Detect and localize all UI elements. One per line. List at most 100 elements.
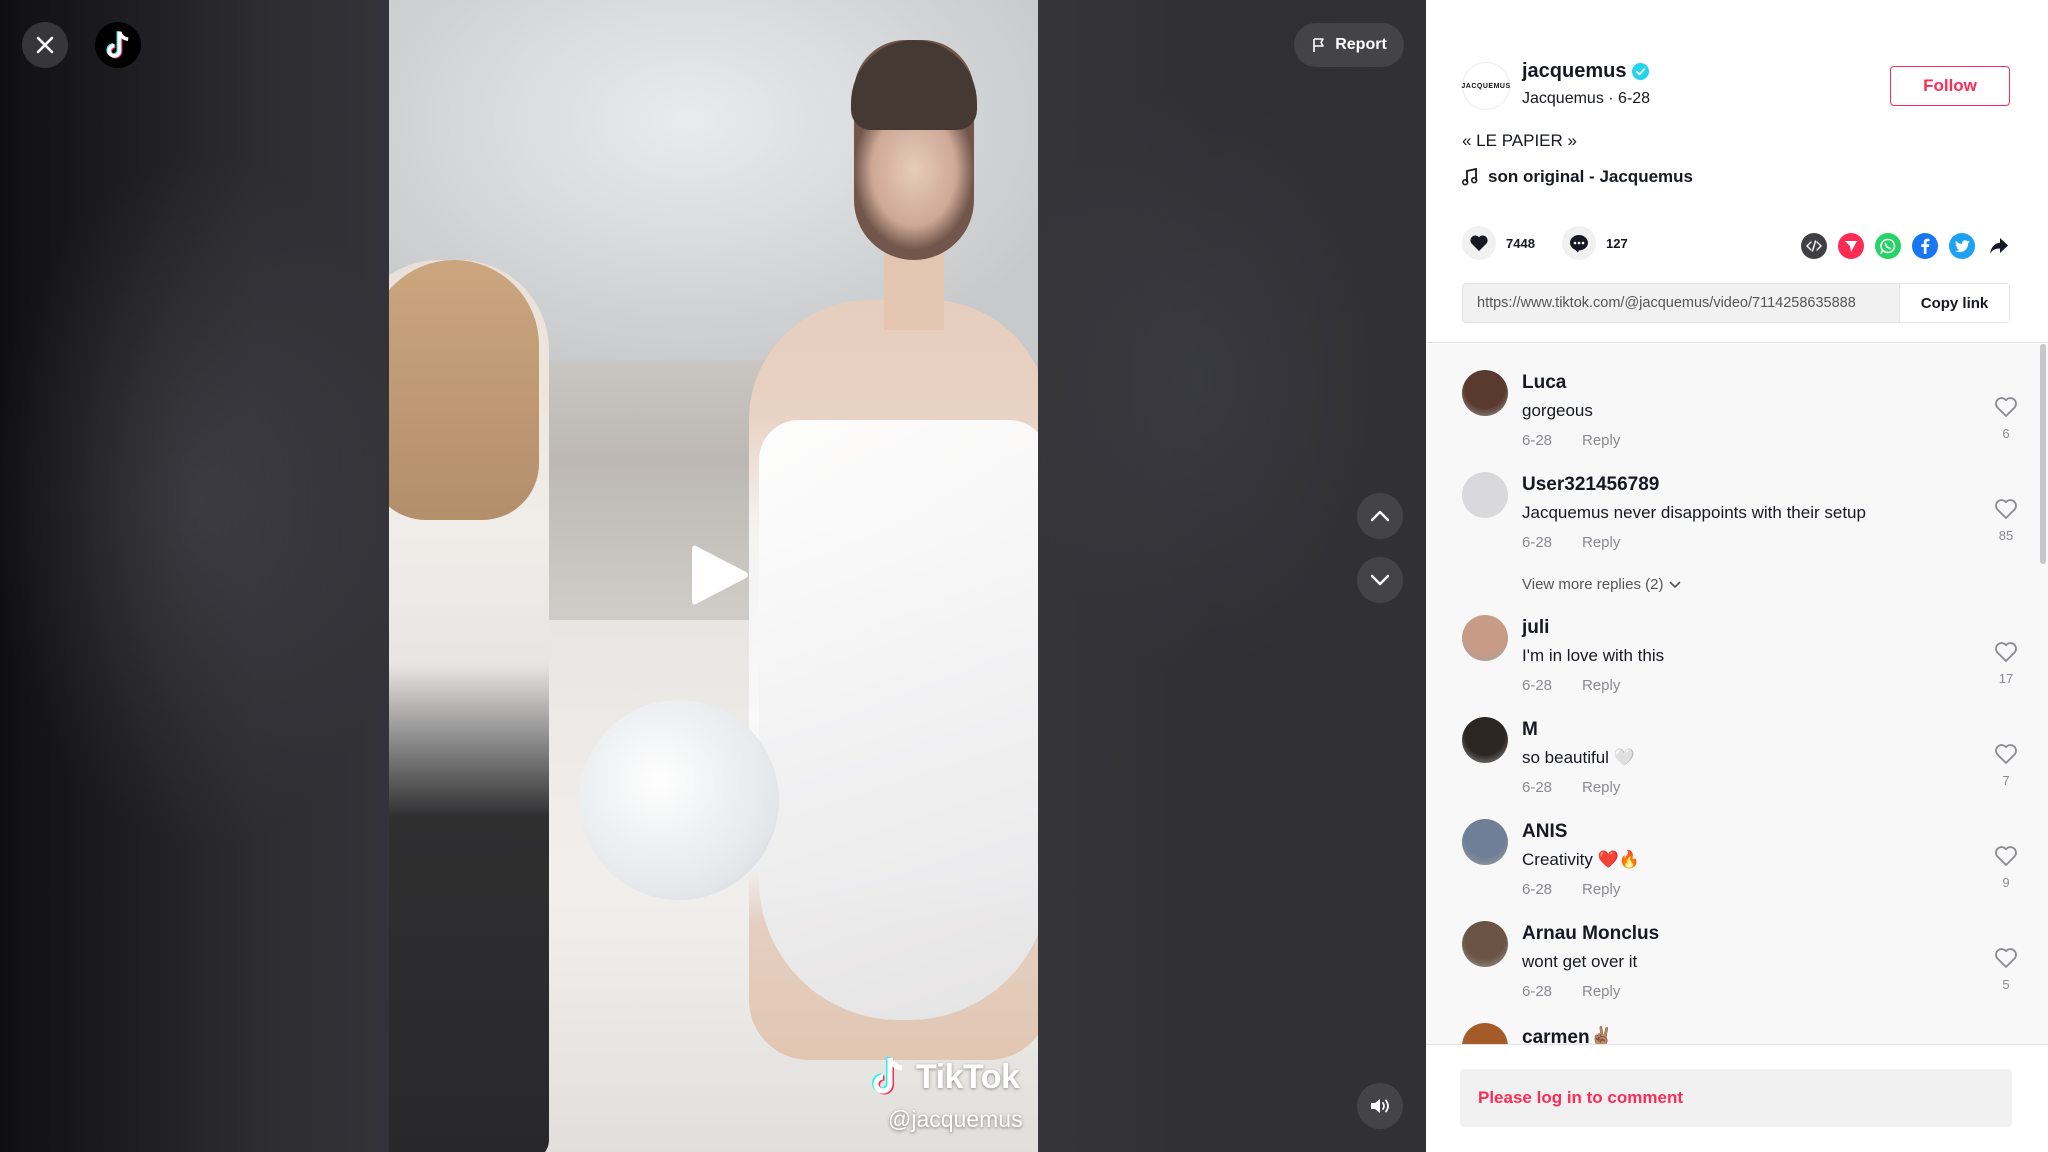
commenter-username[interactable]: ANIS bbox=[1522, 821, 1567, 843]
verified-badge-icon bbox=[1632, 63, 1650, 80]
watermark-username: @jacquemus bbox=[888, 1106, 1023, 1132]
copy-link-button[interactable]: Copy link bbox=[1899, 284, 2009, 322]
commenter-avatar[interactable] bbox=[1462, 1023, 1508, 1044]
heart-outline-icon bbox=[1995, 499, 2017, 519]
heart-outline-icon bbox=[1995, 846, 2017, 866]
comment-count: 127 bbox=[1606, 235, 1628, 251]
comment-text: wont get over it bbox=[1522, 952, 1638, 971]
chevron-down-icon bbox=[1670, 581, 1681, 588]
music-title[interactable]: son original - Jacquemus bbox=[1488, 167, 1693, 187]
comment-like-count: 7 bbox=[2002, 773, 2010, 788]
comment-list[interactable]: Luca gorgeous 6-28 Reply 6 User321456789 Jacqu… bbox=[1426, 344, 2048, 1044]
volume-button[interactable] bbox=[1357, 1083, 1403, 1129]
comment-scrollbar[interactable] bbox=[2040, 344, 2046, 564]
comment-stat[interactable]: 127 bbox=[1562, 226, 1628, 260]
chevron-down-icon bbox=[1370, 574, 1390, 586]
facebook-icon bbox=[1921, 238, 1930, 254]
video-info-header: JACQUEMUS jacquemus Jacquemus · 6-28 Fol… bbox=[1426, 0, 2048, 343]
author-username[interactable]: jacquemus bbox=[1522, 60, 1626, 83]
comment-item: Luca gorgeous 6-28 Reply 6 bbox=[1462, 344, 2017, 449]
facebook-share-button[interactable] bbox=[1912, 233, 1938, 259]
comment-text: so beautiful 🤍 bbox=[1522, 748, 1635, 767]
comment-text: Jacquemus never disappoints with their s… bbox=[1522, 503, 1866, 522]
commenter-avatar[interactable] bbox=[1462, 819, 1508, 865]
comment-like-count: 6 bbox=[2002, 426, 2010, 441]
chevron-up-icon bbox=[1370, 510, 1390, 522]
commenter-username[interactable]: juli bbox=[1522, 617, 1549, 639]
view-more-replies[interactable]: View more replies (2) bbox=[1522, 576, 1681, 593]
tiktok-logo-icon bbox=[106, 31, 129, 59]
speaker-icon bbox=[1371, 1099, 1389, 1113]
whatsapp-share-button[interactable] bbox=[1875, 233, 1901, 259]
view-more-replies-label[interactable]: View more replies (2) bbox=[1522, 576, 1663, 593]
report-label: Report bbox=[1335, 36, 1387, 53]
comment-like-count: 17 bbox=[1998, 671, 2014, 686]
play-icon[interactable] bbox=[690, 542, 750, 608]
comment-bubble-icon bbox=[1570, 234, 1588, 252]
comment-like-button[interactable] bbox=[1994, 743, 2018, 767]
comment-item: carmen✌🏽 bbox=[1462, 997, 2002, 1044]
author-subtitle: Jacquemus · 6-28 bbox=[1522, 90, 1651, 107]
comment-like-button[interactable] bbox=[1994, 498, 2018, 522]
video-stage: TikTok @jacquemus Report bbox=[0, 0, 1426, 1152]
more-share-button[interactable] bbox=[1986, 233, 2012, 259]
reply-button[interactable]: Reply bbox=[1582, 534, 1620, 551]
video-caption: « LE PAPIER » bbox=[1462, 131, 1577, 150]
follow-button[interactable]: Follow bbox=[1890, 66, 2010, 106]
comment-like-button[interactable] bbox=[1994, 845, 2018, 869]
commenter-username[interactable]: carmen✌🏽 bbox=[1522, 1025, 1613, 1044]
heart-icon bbox=[1470, 235, 1488, 251]
comment-text: Creativity ❤️🔥 bbox=[1522, 850, 1640, 869]
twitter-share-button[interactable] bbox=[1949, 233, 1975, 259]
like-button[interactable] bbox=[1462, 226, 1496, 260]
comment-text: I'm in love with this bbox=[1522, 646, 1665, 665]
comment-like-button[interactable] bbox=[1994, 396, 2018, 420]
like-count: 7448 bbox=[1506, 235, 1535, 251]
flag-icon bbox=[1313, 38, 1325, 52]
commenter-avatar[interactable] bbox=[1462, 615, 1508, 661]
comment-like-button[interactable] bbox=[1994, 641, 2018, 665]
details-panel: JACQUEMUS jacquemus Jacquemus · 6-28 Fol… bbox=[1426, 0, 2048, 1152]
comment-like-count: 85 bbox=[1998, 528, 2014, 543]
comment-like-count: 9 bbox=[2002, 875, 2010, 890]
commenter-avatar[interactable] bbox=[1462, 717, 1508, 763]
embed-icon bbox=[1806, 240, 1822, 252]
commenter-avatar[interactable] bbox=[1462, 370, 1508, 416]
login-to-comment-button[interactable]: Please log in to comment bbox=[1460, 1069, 2012, 1127]
close-button[interactable] bbox=[22, 22, 68, 68]
commenter-username[interactable]: Luca bbox=[1522, 372, 1566, 394]
embed-button[interactable] bbox=[1801, 233, 1827, 259]
report-button[interactable]: Report bbox=[1294, 23, 1404, 67]
music-link[interactable]: son original - Jacquemus bbox=[1462, 167, 1693, 187]
commenter-username[interactable]: Arnau Monclus bbox=[1522, 923, 1659, 945]
comment-input-bar: Please log in to comment bbox=[1426, 1044, 2048, 1152]
close-icon bbox=[36, 36, 54, 54]
music-note-icon bbox=[1462, 168, 1478, 186]
tiktok-watermark-icon bbox=[872, 1057, 903, 1095]
comment-button[interactable] bbox=[1562, 226, 1596, 260]
next-video-button[interactable] bbox=[1357, 557, 1403, 603]
comment-item: ANIS Creativity ❤️🔥 6-28 Reply 9 bbox=[1462, 793, 2017, 898]
comment-date: 6-28 bbox=[1522, 534, 1553, 551]
author-avatar[interactable]: JACQUEMUS bbox=[1461, 62, 1510, 110]
commenter-avatar[interactable] bbox=[1462, 921, 1508, 967]
previous-video-button[interactable] bbox=[1357, 493, 1403, 539]
comment-text: gorgeous bbox=[1522, 401, 1593, 420]
heart-outline-icon bbox=[1995, 744, 2017, 764]
comment-like-button[interactable] bbox=[1994, 947, 2018, 971]
author-username-row[interactable]: jacquemus bbox=[1522, 60, 1650, 83]
tiktok-logo[interactable] bbox=[95, 22, 141, 68]
commenter-avatar[interactable] bbox=[1462, 472, 1508, 518]
commenter-username[interactable]: User321456789 bbox=[1522, 474, 1659, 496]
send-to-friends-icon bbox=[1845, 241, 1857, 252]
video-link-url[interactable]: https://www.tiktok.com/@jacquemus/video/… bbox=[1463, 284, 1899, 322]
tiktok-watermark-text: TikTok bbox=[916, 1058, 1020, 1096]
comment-item: Arnau Monclus wont get over it 6-28 Reply 5 bbox=[1462, 895, 2017, 1000]
whatsapp-icon bbox=[1880, 238, 1896, 254]
heart-outline-icon bbox=[1995, 642, 2017, 662]
comment-like-count: 5 bbox=[2002, 977, 2010, 992]
like-stat[interactable]: 7448 bbox=[1462, 226, 1535, 260]
twitter-icon bbox=[1954, 239, 1970, 252]
commenter-username[interactable]: M bbox=[1522, 719, 1538, 741]
send-to-friends-button[interactable] bbox=[1838, 233, 1864, 259]
